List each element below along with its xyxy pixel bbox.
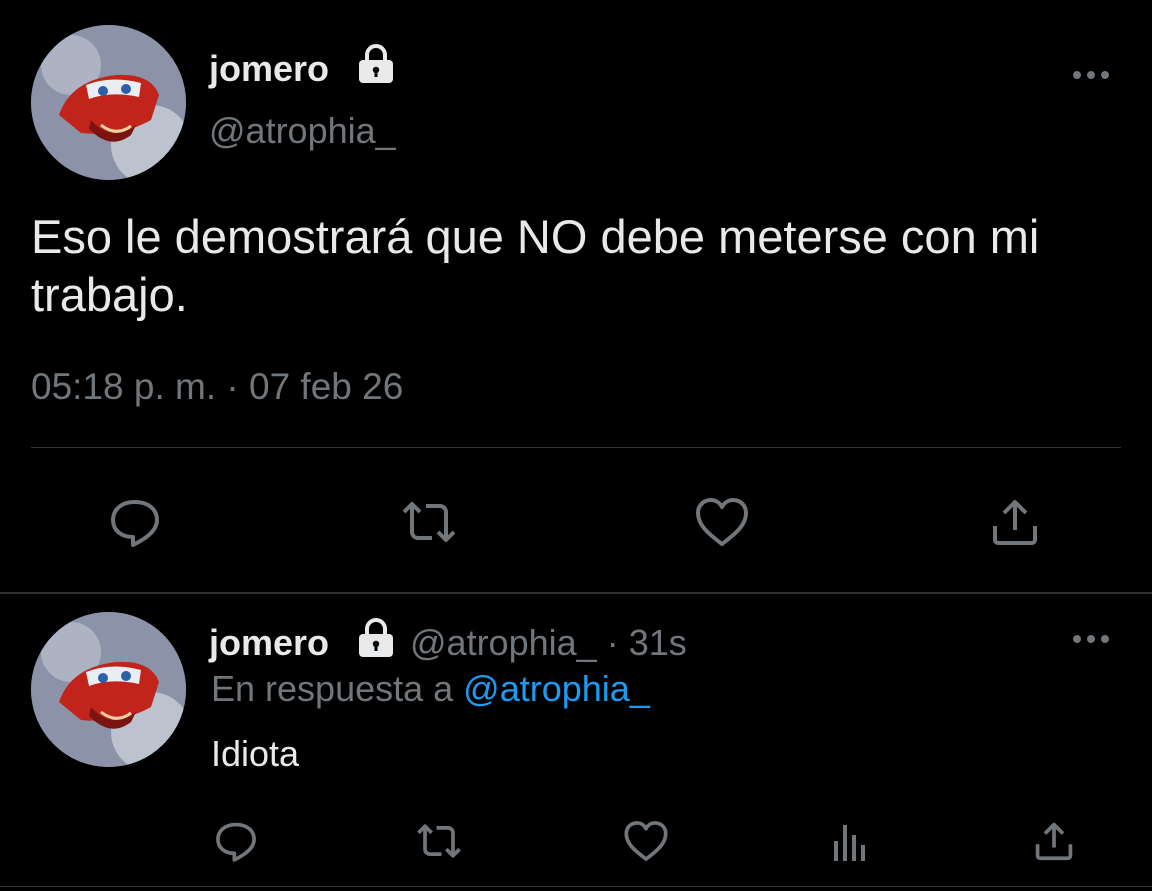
analytics-button[interactable]: [824, 815, 876, 867]
reply-prefix: En respuesta a: [211, 668, 454, 709]
like-icon: [696, 498, 748, 546]
share-icon: [993, 500, 1037, 545]
avatar[interactable]: [31, 612, 186, 767]
reply-to-link[interactable]: @atrophia_: [463, 668, 650, 709]
bottom-divider: [0, 886, 1152, 887]
handle[interactable]: @atrophia_: [410, 622, 597, 663]
more-options-icon[interactable]: [1070, 626, 1112, 652]
time-ago[interactable]: 31s: [629, 622, 687, 663]
reply-meta: @atrophia_ · 31s: [410, 622, 687, 664]
handle[interactable]: @atrophia_: [209, 110, 396, 152]
display-name[interactable]: jomero: [209, 48, 329, 90]
lock-icon: [355, 616, 397, 663]
avatar[interactable]: [31, 25, 186, 180]
timestamp[interactable]: 05:18 p. m. · 07 feb 26: [31, 364, 403, 410]
share-button[interactable]: [980, 487, 1050, 557]
lock-icon: [355, 42, 397, 89]
share-icon: [1035, 822, 1073, 861]
reply-icon: [111, 500, 159, 547]
share-button[interactable]: [1028, 815, 1080, 867]
analytics-icon: [834, 825, 865, 861]
reply-button[interactable]: [210, 815, 262, 867]
like-button[interactable]: [687, 487, 757, 557]
more-options-icon[interactable]: [1070, 62, 1112, 88]
divider: [31, 447, 1121, 448]
retweet-button[interactable]: [411, 815, 467, 867]
display-name[interactable]: jomero: [209, 622, 329, 664]
retweet-button[interactable]: [394, 487, 464, 557]
reply-button[interactable]: [100, 487, 170, 557]
tweet-text: Eso le demostrará que NO debe meterse co…: [31, 210, 1040, 321]
reply-context: En respuesta a @atrophia_: [211, 668, 650, 710]
tweet-separator: [0, 592, 1152, 594]
like-button[interactable]: [618, 815, 674, 867]
like-icon: [624, 821, 668, 861]
reply-icon: [216, 822, 256, 862]
separator: ·: [606, 622, 619, 663]
retweet-icon: [417, 824, 461, 858]
retweet-icon: [402, 502, 456, 542]
tweet-text: Idiota: [211, 733, 300, 774]
